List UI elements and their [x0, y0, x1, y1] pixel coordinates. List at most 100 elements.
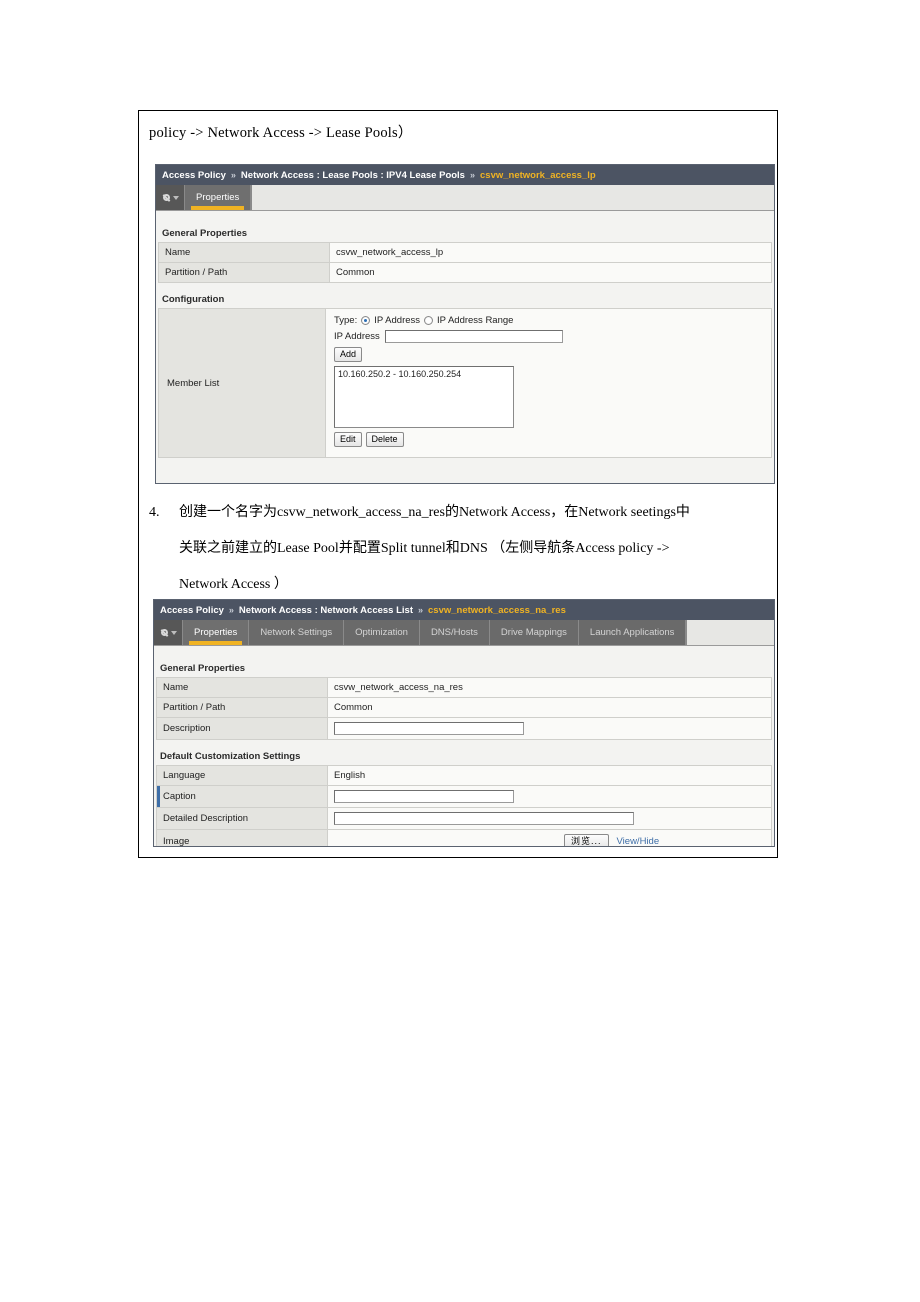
description-label: Description [156, 717, 328, 740]
name-value: csvw_network_access_na_res [327, 677, 772, 698]
tab-properties[interactable]: Properties [185, 185, 252, 210]
ip-address-label: IP Address [334, 331, 380, 342]
step-line-2: 关联之前建立的Lease Pool并配置Split tunnel和DNS （左侧… [179, 541, 670, 556]
radio-ip-address-range-label[interactable]: IP Address Range [437, 315, 513, 326]
type-label: Type: [334, 315, 358, 326]
image-file-path [334, 835, 524, 846]
add-row: Add [334, 347, 763, 362]
partition-label: Partition / Path [156, 697, 328, 718]
edit-button[interactable]: Edit [334, 432, 362, 447]
table-row: Language English [156, 765, 772, 786]
name-label: Name [158, 242, 330, 263]
language-label: Language [156, 765, 328, 786]
image-label: Image [156, 829, 328, 846]
language-value: English [327, 765, 772, 786]
table-row: Name csvw_network_access_lp [158, 242, 772, 263]
breadcrumb-separator-icon: » [230, 170, 236, 180]
add-button[interactable]: Add [334, 347, 363, 362]
breadcrumb-separator-icon: » [469, 170, 475, 180]
tab-strip-filler [686, 620, 774, 645]
intro-paragraph: policy -> Network Access -> Lease Pools） [149, 125, 413, 141]
step-paragraph: 4. 创建一个名字为csvw_network_access_na_res的Net… [149, 495, 769, 603]
radio-ip-address-range[interactable] [424, 316, 434, 325]
image-value-cell: 浏览... View/Hide [327, 829, 772, 846]
detailed-description-input[interactable] [334, 812, 634, 825]
view-hide-link[interactable]: View/Hide [617, 836, 660, 846]
breadcrumb-path[interactable]: Network Access : Network Access List [239, 605, 413, 616]
detailed-description-label: Detailed Description [156, 807, 328, 830]
browse-button[interactable]: 浏览... [564, 834, 609, 846]
member-list-label: Member List [158, 308, 326, 458]
configuration-table: Member List Type: IP Address IP Address … [158, 308, 772, 458]
breadcrumb-current: csvw_network_access_lp [480, 169, 596, 181]
caption-label: Caption [156, 785, 328, 808]
tab-network-settings[interactable]: Network Settings [249, 620, 345, 645]
table-row: Name csvw_network_access_na_res [156, 677, 772, 698]
partition-value: Common [329, 262, 772, 283]
gear-icon [160, 628, 169, 637]
list-item[interactable]: 10.160.250.2 - 10.160.250.254 [338, 369, 510, 379]
tab-strip-filler [251, 185, 774, 210]
breadcrumb-root[interactable]: Access Policy [160, 605, 224, 616]
radio-ip-address-label[interactable]: IP Address [374, 315, 420, 326]
gear-menu-button[interactable] [156, 185, 185, 210]
step-number: 4. [149, 505, 160, 520]
section-general-properties: General Properties [156, 225, 774, 242]
detailed-description-value-cell [327, 807, 772, 830]
step-line-3: Network Access ） [179, 577, 288, 592]
panel-body: General Properties Name csvw_network_acc… [154, 646, 774, 846]
tab-launch-applications[interactable]: Launch Applications [579, 620, 687, 645]
member-list-editor: Type: IP Address IP Address Range IP Add… [325, 308, 772, 458]
name-value: csvw_network_access_lp [329, 242, 772, 263]
section-configuration: Configuration [156, 291, 774, 308]
section-default-customization-settings: Default Customization Settings [154, 748, 774, 765]
table-row: Detailed Description [156, 807, 772, 830]
breadcrumb: Access Policy » Network Access : Lease P… [156, 165, 774, 185]
document-outline-box: policy -> Network Access -> Lease Pools）… [138, 110, 778, 858]
chevron-down-icon [170, 630, 177, 635]
table-row: Member List Type: IP Address IP Address … [158, 308, 772, 458]
description-input[interactable] [334, 722, 524, 735]
breadcrumb-current: csvw_network_access_na_res [428, 604, 566, 616]
chevron-down-icon [172, 195, 179, 200]
type-radio-group: Type: IP Address IP Address Range [334, 315, 763, 326]
breadcrumb-separator-icon: » [228, 605, 234, 615]
name-label: Name [156, 677, 328, 698]
network-access-panel: Access Policy » Network Access : Network… [153, 599, 775, 847]
tab-drive-mappings[interactable]: Drive Mappings [490, 620, 579, 645]
table-row: Description [156, 717, 772, 740]
ip-address-input[interactable] [384, 330, 563, 343]
table-row: Image 浏览... View/Hide [156, 829, 772, 846]
table-row: Partition / Path Common [158, 262, 772, 283]
general-properties-table: Name csvw_network_access_na_res Partitio… [156, 677, 772, 740]
tab-properties[interactable]: Properties [183, 620, 250, 645]
tab-strip: Properties Network Settings Optimization… [154, 620, 774, 646]
tab-dns-hosts[interactable]: DNS/Hosts [420, 620, 490, 645]
member-listbox[interactable]: 10.160.250.2 - 10.160.250.254 [334, 366, 514, 428]
table-row: Partition / Path Common [156, 697, 772, 718]
breadcrumb: Access Policy » Network Access : Network… [154, 600, 774, 620]
delete-button[interactable]: Delete [365, 432, 404, 447]
partition-label: Partition / Path [158, 262, 330, 283]
breadcrumb-path[interactable]: Network Access : Lease Pools : IPV4 Leas… [241, 170, 465, 181]
breadcrumb-root[interactable]: Access Policy [162, 170, 226, 181]
gear-icon [162, 193, 171, 202]
gear-menu-button[interactable] [154, 620, 183, 645]
image-upload-control: 浏览... View/Hide [334, 834, 765, 846]
tab-optimization[interactable]: Optimization [344, 620, 420, 645]
section-general-properties: General Properties [154, 660, 774, 677]
member-actions: Edit Delete [334, 432, 763, 447]
lease-pools-panel: Access Policy » Network Access : Lease P… [155, 164, 775, 484]
caption-input[interactable] [334, 790, 514, 803]
table-row: Caption [156, 785, 772, 808]
radio-ip-address[interactable] [361, 316, 371, 325]
breadcrumb-separator-icon: » [417, 605, 423, 615]
general-properties-table: Name csvw_network_access_lp Partition / … [158, 242, 772, 283]
panel-body: General Properties Name csvw_network_acc… [156, 211, 774, 483]
partition-value: Common [327, 697, 772, 718]
default-customization-table: Language English Caption Detailed Descri… [156, 765, 772, 846]
step-text: 创建一个名字为csvw_network_access_na_res的Networ… [179, 495, 769, 603]
description-value-cell [327, 717, 772, 740]
step-line-1: 创建一个名字为csvw_network_access_na_res的Networ… [179, 505, 690, 520]
ip-address-field-row: IP Address [334, 330, 763, 343]
